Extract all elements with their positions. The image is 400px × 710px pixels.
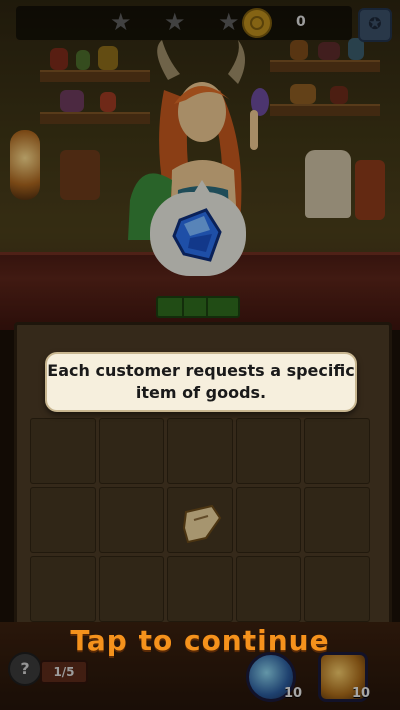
grid-cell[interactable] [98,556,165,622]
star-icon: ★ [218,8,240,36]
shelf-jar [330,86,348,104]
grid-cell[interactable] [167,418,233,484]
grid-cell-parchment[interactable] [167,487,233,553]
request-bubble [150,180,246,276]
game-screen[interactable]: ★ ★ ★ 0 ✪ ? 1/5 10 10 Each customer requ… [0,0,400,710]
grid-cell[interactable] [304,556,370,622]
parchment-scrap-icon [183,504,222,544]
page-indicator: 1/5 [40,660,88,684]
tool-count: 10 [352,686,371,701]
coin-count: 0 [296,14,306,30]
star-icon: ★ [110,8,132,36]
grid-cell[interactable] [167,556,233,622]
shop-decor [355,160,385,220]
grid-cell[interactable] [30,487,96,553]
grid-cell[interactable] [30,556,96,622]
grid-cell[interactable] [235,418,302,484]
grid-cell[interactable] [304,487,370,553]
shelf-jar [318,42,340,60]
help-button[interactable]: ? [8,652,42,686]
shop-decor [305,150,351,218]
tool-count: 10 [284,686,303,701]
tap-to-continue[interactable]: Tap to continue [0,624,400,657]
grid-cell[interactable] [30,418,96,484]
tutorial-message: Each customer requests a specific item o… [47,361,355,402]
grid-cell[interactable] [98,418,165,484]
lamp [10,130,40,200]
grid-cell[interactable] [98,487,165,553]
star-icon: ★ [164,8,186,36]
shelf-jar [60,90,84,112]
blue-gem-icon [172,208,222,262]
grid-cell[interactable] [304,418,370,484]
settings-button[interactable]: ✪ [358,8,392,42]
grid-cell[interactable] [235,556,302,622]
storage-grid [30,418,370,622]
help-label: ? [20,659,30,678]
shelf-jar [76,50,90,70]
star-badge-icon: ✪ [368,14,382,33]
counter-mat [156,296,240,318]
coin-icon [242,8,272,38]
grid-cell[interactable] [235,487,302,553]
shop-decor [60,150,100,200]
shop-scene: ★ ★ ★ 0 ✪ [0,0,400,330]
shelf-jar [50,48,68,70]
tutorial-tooltip: Each customer requests a specific item o… [45,352,357,412]
